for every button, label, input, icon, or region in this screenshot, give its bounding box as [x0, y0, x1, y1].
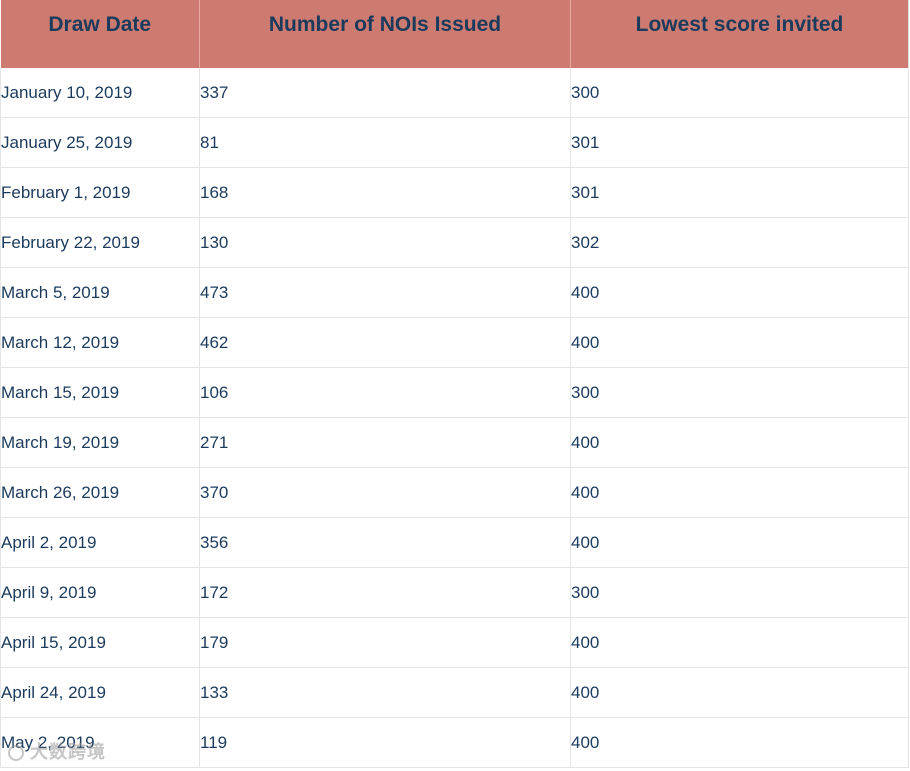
table-row: January 25, 2019 81 301 — [0, 117, 909, 168]
cell-lowest-score: 301 — [570, 117, 909, 168]
cell-nois-issued: 172 — [199, 567, 571, 618]
table-row: April 24, 2019 133 400 — [0, 667, 909, 718]
table-row: March 5, 2019 473 400 — [0, 267, 909, 318]
cell-lowest-score: 301 — [570, 167, 909, 218]
cell-nois-issued: 119 — [199, 717, 571, 768]
cell-lowest-score: 300 — [570, 367, 909, 418]
header-nois-issued: Number of NOIs Issued — [199, 0, 571, 68]
cell-lowest-score: 400 — [570, 667, 909, 718]
cell-draw-date: January 25, 2019 — [0, 117, 200, 168]
cell-lowest-score: 300 — [570, 68, 909, 118]
cell-draw-date: April 9, 2019 — [0, 567, 200, 618]
table-header: Draw Date Number of NOIs Issued Lowest s… — [0, 0, 909, 68]
cell-lowest-score: 400 — [570, 617, 909, 668]
cell-lowest-score: 400 — [570, 717, 909, 768]
cell-nois-issued: 130 — [199, 217, 571, 268]
cell-lowest-score: 300 — [570, 567, 909, 618]
table-row: February 22, 2019 130 302 — [0, 217, 909, 268]
draw-results-table: Draw Date Number of NOIs Issued Lowest s… — [0, 0, 909, 768]
cell-draw-date: March 15, 2019 — [0, 367, 200, 418]
table-row: April 15, 2019 179 400 — [0, 617, 909, 668]
cell-nois-issued: 356 — [199, 517, 571, 568]
cell-nois-issued: 81 — [199, 117, 571, 168]
cell-lowest-score: 400 — [570, 267, 909, 318]
cell-draw-date: February 22, 2019 — [0, 217, 200, 268]
cell-lowest-score: 302 — [570, 217, 909, 268]
table-row: March 12, 2019 462 400 — [0, 317, 909, 368]
cell-nois-issued: 133 — [199, 667, 571, 718]
header-row: Draw Date Number of NOIs Issued Lowest s… — [0, 0, 909, 68]
cell-nois-issued: 370 — [199, 467, 571, 518]
cell-draw-date: March 12, 2019 — [0, 317, 200, 368]
table-row: May 2, 2019 119 400 — [0, 717, 909, 768]
table-row: January 10, 2019 337 300 — [0, 68, 909, 118]
table-row: April 2, 2019 356 400 — [0, 517, 909, 568]
cell-lowest-score: 400 — [570, 317, 909, 368]
cell-draw-date: January 10, 2019 — [0, 68, 200, 118]
cell-draw-date: March 26, 2019 — [0, 467, 200, 518]
cell-lowest-score: 400 — [570, 467, 909, 518]
cell-draw-date: April 24, 2019 — [0, 667, 200, 718]
cell-lowest-score: 400 — [570, 417, 909, 468]
cell-nois-issued: 462 — [199, 317, 571, 368]
table-row: March 19, 2019 271 400 — [0, 417, 909, 468]
header-draw-date: Draw Date — [0, 0, 200, 68]
table-row: February 1, 2019 168 301 — [0, 167, 909, 218]
cell-draw-date: May 2, 2019 — [0, 717, 200, 768]
cell-nois-issued: 179 — [199, 617, 571, 668]
cell-nois-issued: 271 — [199, 417, 571, 468]
table-row: April 9, 2019 172 300 — [0, 567, 909, 618]
table-row: March 15, 2019 106 300 — [0, 367, 909, 418]
table-body: January 10, 2019 337 300 January 25, 201… — [0, 68, 909, 768]
header-lowest-score: Lowest score invited — [570, 0, 909, 68]
cell-nois-issued: 168 — [199, 167, 571, 218]
cell-draw-date: March 5, 2019 — [0, 267, 200, 318]
cell-draw-date: March 19, 2019 — [0, 417, 200, 468]
cell-nois-issued: 106 — [199, 367, 571, 418]
cell-draw-date: February 1, 2019 — [0, 167, 200, 218]
cell-draw-date: April 2, 2019 — [0, 517, 200, 568]
cell-draw-date: April 15, 2019 — [0, 617, 200, 668]
cell-nois-issued: 337 — [199, 68, 571, 118]
cell-nois-issued: 473 — [199, 267, 571, 318]
table-row: March 26, 2019 370 400 — [0, 467, 909, 518]
cell-lowest-score: 400 — [570, 517, 909, 568]
